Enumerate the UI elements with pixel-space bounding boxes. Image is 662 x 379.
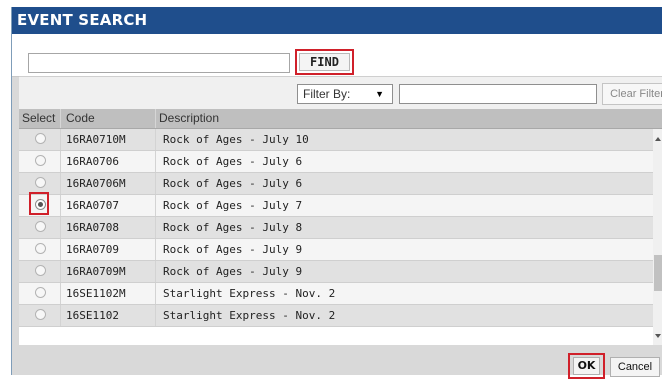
row-description: Rock of Ages - July 6 <box>163 177 303 190</box>
select-radio[interactable] <box>35 265 46 276</box>
table-row[interactable]: 16RA0706M Rock of Ages - July 6 <box>19 173 653 195</box>
ok-button-highlight: OK <box>568 353 605 379</box>
row-description: Rock of Ages - July 7 <box>163 199 303 212</box>
column-divider <box>155 283 156 304</box>
column-divider <box>155 129 156 150</box>
table-row[interactable]: 16RA0709 Rock of Ages - July 9 <box>19 239 653 261</box>
column-divider <box>155 173 156 194</box>
filter-input[interactable] <box>399 84 597 104</box>
row-description: Rock of Ages - July 9 <box>163 265 303 278</box>
column-divider <box>155 195 156 216</box>
table-row[interactable]: 16RA0710M Rock of Ages - July 10 <box>19 129 653 151</box>
column-divider <box>60 305 61 326</box>
dropdown-arrow-icon: ▼ <box>375 89 384 99</box>
column-divider <box>60 151 61 172</box>
table-row[interactable]: 16SE1102M Starlight Express - Nov. 2 <box>19 283 653 305</box>
column-divider <box>60 261 61 282</box>
dialog-title: EVENT SEARCH <box>12 7 662 34</box>
grid-scrollbar[interactable] <box>653 129 662 345</box>
select-radio[interactable] <box>35 221 46 232</box>
select-radio[interactable] <box>35 133 46 144</box>
column-divider <box>60 195 61 216</box>
find-button-highlight: FIND <box>295 49 354 75</box>
grid-header: Select Code Description <box>19 109 662 129</box>
column-divider <box>155 261 156 282</box>
table-row[interactable]: 16RA0706 Rock of Ages - July 6 <box>19 151 653 173</box>
select-radio[interactable] <box>35 243 46 254</box>
column-divider <box>155 305 156 326</box>
row-code: 16RA0707 <box>66 199 119 212</box>
header-divider <box>60 109 61 128</box>
scroll-up-icon[interactable] <box>655 137 661 141</box>
select-radio[interactable] <box>35 177 46 188</box>
filter-bar: Filter By: ▼ Clear Filter <box>19 76 662 110</box>
scroll-thumb[interactable] <box>654 255 662 291</box>
column-divider <box>60 283 61 304</box>
row-description: Rock of Ages - July 9 <box>163 243 303 256</box>
search-bar: FIND <box>12 34 662 77</box>
table-row[interactable]: 16RA0707 Rock of Ages - July 7 <box>19 192 653 217</box>
column-divider <box>60 173 61 194</box>
filter-by-select[interactable]: Filter By: ▼ <box>297 84 393 104</box>
column-divider <box>60 239 61 260</box>
row-description: Starlight Express - Nov. 2 <box>163 287 336 300</box>
row-description: Starlight Express - Nov. 2 <box>163 309 336 322</box>
search-input[interactable] <box>28 53 290 73</box>
column-header-code[interactable]: Code <box>66 109 95 128</box>
column-divider <box>60 217 61 238</box>
scroll-down-icon[interactable] <box>655 334 661 338</box>
row-code: 16RA0709 <box>66 243 119 256</box>
row-description: Rock of Ages - July 10 <box>163 133 309 146</box>
column-divider <box>60 129 61 150</box>
event-search-dialog: EVENT SEARCH FIND Filter By: ▼ Clear Fil… <box>11 7 662 379</box>
column-divider <box>155 151 156 172</box>
row-code: 16RA0708 <box>66 221 119 234</box>
table-row[interactable]: 16SE1102 Starlight Express - Nov. 2 <box>19 305 653 327</box>
row-code: 16RA0710M <box>66 133 126 146</box>
event-grid: Select Code Description 16RA0710M Rock of… <box>19 109 662 345</box>
filter-by-label: Filter By: <box>303 87 351 101</box>
column-header-description[interactable]: Description <box>159 109 219 128</box>
row-code: 16RA0706 <box>66 155 119 168</box>
grid-rows: 16RA0710M Rock of Ages - July 10 16RA0706 R… <box>19 129 653 327</box>
select-radio[interactable] <box>35 287 46 298</box>
selected-radio-highlight <box>29 192 49 215</box>
column-header-select[interactable]: Select <box>22 109 55 128</box>
select-radio[interactable] <box>35 155 46 166</box>
table-row[interactable]: 16RA0708 Rock of Ages - July 8 <box>19 217 653 239</box>
table-row[interactable]: 16RA0709M Rock of Ages - July 9 <box>19 261 653 283</box>
row-description: Rock of Ages - July 8 <box>163 221 303 234</box>
ok-button[interactable]: OK <box>573 357 600 375</box>
column-divider <box>155 217 156 238</box>
select-radio[interactable] <box>35 309 46 320</box>
row-code: 16RA0709M <box>66 265 126 278</box>
row-code: 16SE1102 <box>66 309 119 322</box>
column-divider <box>155 239 156 260</box>
row-code: 16SE1102M <box>66 287 126 300</box>
dialog-footer: OK Cancel <box>12 345 662 379</box>
cancel-button[interactable]: Cancel <box>610 357 660 377</box>
row-code: 16RA0706M <box>66 177 126 190</box>
row-description: Rock of Ages - July 6 <box>163 155 303 168</box>
header-divider <box>155 109 156 128</box>
clear-filter-button[interactable]: Clear Filter <box>602 83 662 105</box>
find-button[interactable]: FIND <box>299 53 350 71</box>
